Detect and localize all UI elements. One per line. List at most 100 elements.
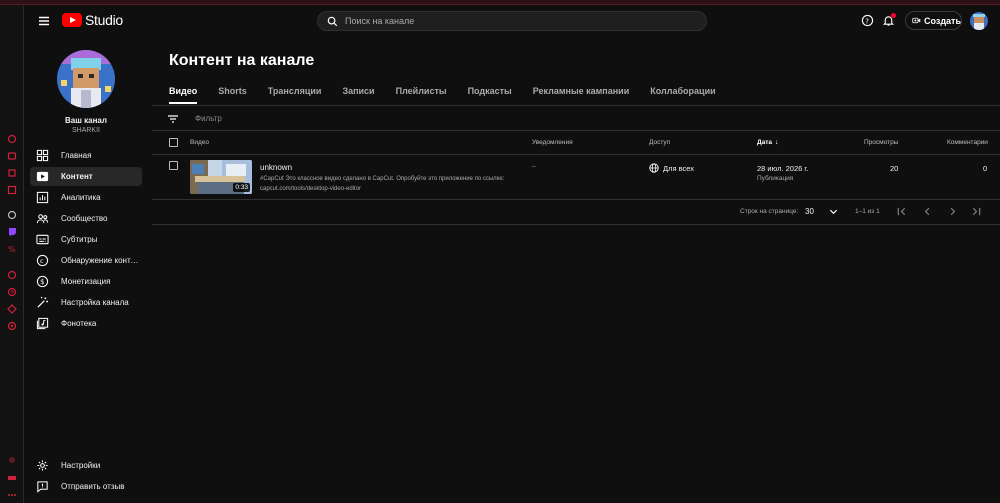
first-page-icon[interactable] [896, 206, 907, 217]
account-avatar[interactable] [970, 12, 988, 30]
rows-per-page-label: Строк на странице: [740, 208, 799, 215]
svg-text:%: % [8, 245, 16, 254]
tab-videos[interactable]: Видео [169, 86, 198, 104]
extension-icon[interactable] [7, 304, 17, 314]
settings-icon [36, 459, 49, 472]
sidebar-item-label: Контент [61, 172, 93, 181]
audio-library-icon [36, 317, 49, 330]
column-header-comments: Комментарии [947, 139, 988, 146]
video-title[interactable]: unknown [260, 163, 292, 172]
create-button[interactable]: Создать [905, 11, 962, 30]
globe-icon [649, 163, 659, 173]
filter-icon[interactable] [167, 113, 179, 125]
sidebar-item-label: Настройки [61, 461, 101, 470]
svg-text:c: c [40, 257, 44, 265]
filter-input[interactable]: Фильтр [195, 114, 222, 123]
twitch-icon[interactable] [7, 227, 17, 237]
content-tabs: Видео Shorts Трансляции Записи Плейлисты… [169, 86, 737, 104]
tab-podcasts[interactable]: Подкасты [468, 86, 512, 104]
column-header-views: Просмотры [864, 139, 899, 146]
header-divider [152, 154, 1000, 155]
chevron-down-icon[interactable] [828, 206, 839, 217]
clock-icon[interactable] [7, 287, 17, 297]
channel-avatar[interactable] [57, 50, 115, 108]
extension-icon[interactable] [7, 185, 17, 195]
tab-playlists[interactable]: Плейлисты [396, 86, 447, 104]
menu-icon[interactable] [37, 14, 51, 28]
tabs-divider [152, 105, 1000, 106]
analytics-icon [36, 191, 49, 204]
sidebar-item-subtitles[interactable]: Субтитры [30, 230, 142, 249]
tab-shorts[interactable]: Shorts [218, 86, 247, 104]
tab-promotions[interactable]: Рекламные кампании [533, 86, 630, 104]
sidebar-item-label: Отправить отзыв [61, 482, 125, 491]
sidebar-item-analytics[interactable]: Аналитика [30, 188, 142, 207]
dashboard-icon [36, 149, 49, 162]
extension-icon[interactable]: % [7, 244, 17, 254]
extension-icon[interactable] [7, 151, 17, 161]
page-title: Контент на канале [169, 52, 315, 69]
sidebar-item-dashboard[interactable]: Главная [30, 146, 142, 165]
copyright-icon: c [36, 254, 49, 267]
extension-icon[interactable] [7, 473, 17, 483]
more-icon[interactable] [7, 490, 17, 500]
date-status: Публикация [757, 175, 794, 182]
community-icon [36, 212, 49, 225]
content-icon [36, 170, 49, 183]
sidebar-item-label: Монетизация [61, 277, 111, 286]
comments-value: 0 [983, 164, 988, 173]
sort-arrow-icon: ↓ [775, 139, 779, 146]
video-description: #CapCut Это классное видео сделано в Cap… [260, 176, 505, 192]
rows-per-page-value[interactable]: 30 [805, 207, 814, 216]
sidebar-item-customization[interactable]: Настройка канала [30, 293, 142, 312]
filter-divider [152, 130, 1000, 131]
sidebar-item-settings[interactable]: Настройки [30, 456, 142, 475]
channel-label: Ваш канал [65, 116, 107, 125]
create-label: Создать [923, 15, 961, 26]
visibility-value[interactable]: Для всех [663, 164, 694, 173]
last-page-icon[interactable] [971, 206, 982, 217]
sidebar-item-audio-library[interactable]: Фонотека [30, 314, 142, 333]
create-video-icon [912, 17, 921, 24]
row-checkbox[interactable] [169, 161, 178, 170]
extension-icon[interactable] [7, 134, 17, 144]
main-content: Контент на канале Видео Shorts Трансляци… [152, 36, 1000, 503]
sidebar-item-feedback[interactable]: Отправить отзыв [30, 477, 142, 496]
date-header-label: Дата [757, 139, 773, 146]
settings-icon[interactable] [7, 321, 17, 331]
sidebar-item-copyright[interactable]: c Обнаружение контен... [30, 251, 142, 270]
select-all-checkbox[interactable] [169, 138, 178, 147]
search-input[interactable]: Поиск на канале [317, 11, 707, 31]
logo-text: Studio [85, 12, 123, 28]
tab-posts[interactable]: Записи [342, 86, 374, 104]
column-header-date[interactable]: Дата ↓ [757, 139, 779, 146]
column-header-visibility: Доступ [649, 139, 671, 146]
notifications-value: – [532, 163, 536, 170]
date-value: 28 июл. 2026 г. [757, 164, 809, 173]
column-header-video: Видео [190, 139, 209, 146]
tab-collaborations[interactable]: Коллаборации [650, 86, 715, 104]
sidebar-item-content[interactable]: Контент [30, 167, 142, 186]
sidebar-item-label: Обнаружение контен... [61, 256, 141, 265]
bell-icon[interactable] [882, 13, 896, 27]
sidebar-item-label: Настройка канала [61, 298, 129, 307]
help-icon[interactable]: ? [861, 14, 874, 27]
extension-icon[interactable] [7, 455, 17, 465]
studio-logo[interactable]: Studio [62, 12, 123, 28]
feedback-icon [36, 480, 49, 493]
next-page-icon[interactable] [947, 206, 958, 217]
sidebar-item-label: Аналитика [61, 193, 101, 202]
previous-page-icon[interactable] [922, 206, 933, 217]
sidebar-item-community[interactable]: Сообщество [30, 209, 142, 228]
notification-dot [891, 13, 896, 18]
video-thumbnail[interactable]: 0:33 [190, 160, 252, 194]
search-placeholder: Поиск на канале [345, 16, 415, 26]
extension-icon[interactable] [7, 210, 17, 220]
svg-text:?: ? [865, 17, 869, 25]
sidebar-item-monetization[interactable]: $ Монетизация [30, 272, 142, 291]
extension-icon[interactable] [7, 270, 17, 280]
pager-divider [152, 224, 1000, 225]
svg-text:$: $ [40, 278, 44, 286]
extension-icon[interactable] [7, 168, 17, 178]
tab-live[interactable]: Трансляции [268, 86, 322, 104]
